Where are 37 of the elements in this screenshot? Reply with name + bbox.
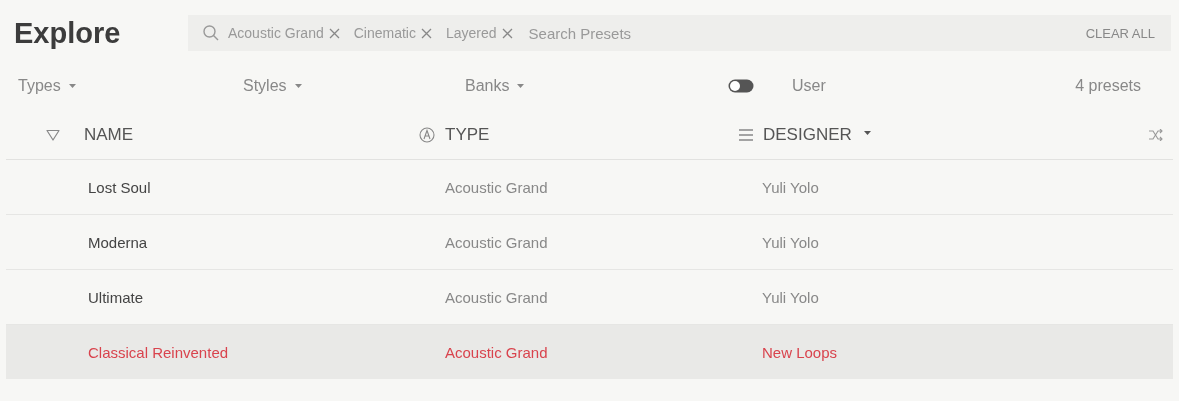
preset-row[interactable]: Moderna Acoustic Grand Yuli Yolo [6, 215, 1173, 270]
preset-row[interactable]: Classical Reinvented Acoustic Grand New Loops [6, 325, 1173, 379]
table-cell-text: Acoustic Grand [445, 343, 549, 361]
filter-label: Layered [445, 25, 497, 41]
table-cell-text: Acoustic Grand [445, 288, 549, 306]
filter-label: Acoustic Grand [228, 25, 324, 41]
toggle-label: User [792, 77, 827, 95]
remove-icon[interactable] [501, 27, 513, 39]
column-header[interactable]: TYPE [445, 125, 739, 145]
table-cell-text: Moderna [88, 233, 149, 251]
list-icon[interactable] [739, 129, 753, 141]
preset-row[interactable]: Lost Soul Acoustic Grand Yuli Yolo [6, 160, 1173, 215]
preset-count: 4 presets [1075, 77, 1141, 95]
caret-icon [294, 84, 302, 88]
table-cell: Yuli Yolo [762, 233, 819, 251]
table-cell-text: Classical Reinvented [88, 343, 230, 361]
circled-letter-icon[interactable] [419, 127, 435, 143]
column-header[interactable]: DESIGNER [763, 125, 1149, 145]
table-cell-text: Acoustic Grand [445, 178, 549, 196]
caret-icon [517, 84, 525, 88]
table-cell: Yuli Yolo [762, 288, 819, 306]
user-toggle[interactable] [728, 79, 754, 93]
page-title: Explore [14, 16, 122, 50]
table-cell: Yuli Yolo [762, 178, 819, 196]
table-cell-text: Lost Soul [88, 178, 152, 196]
table-cell-text: Acoustic Grand [445, 233, 549, 251]
caret-icon [68, 84, 76, 88]
filter-label: Cinematic [353, 25, 416, 41]
table-cell-text: Ultimate [88, 288, 144, 306]
remove-icon[interactable] [420, 27, 432, 39]
column-header[interactable]: NAME [84, 125, 419, 145]
shuffle-icon[interactable] [1149, 129, 1163, 141]
caret-icon [863, 131, 871, 135]
table-cell: New Loops [762, 343, 838, 361]
search-input[interactable]: Search Presets [526, 23, 1074, 43]
remove-icon[interactable] [328, 27, 340, 39]
search-icon [202, 24, 220, 42]
